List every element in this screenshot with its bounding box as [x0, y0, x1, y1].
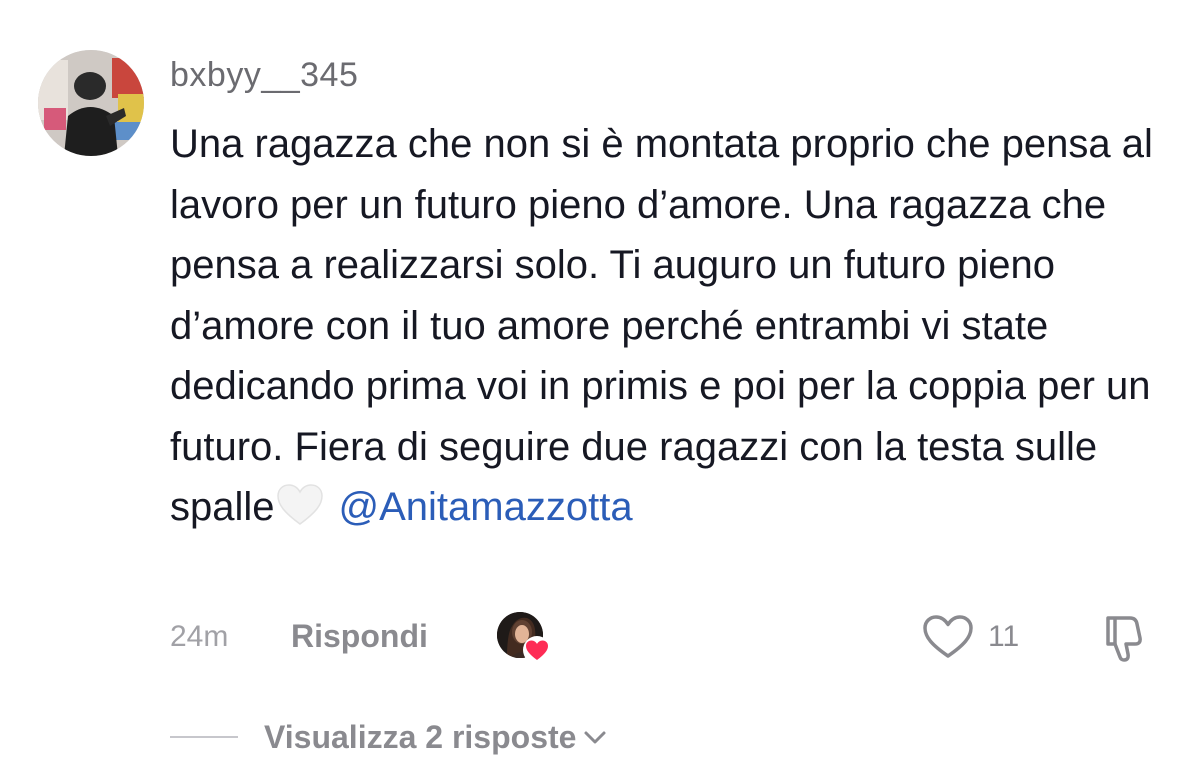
comment-timestamp: 24m [170, 620, 229, 653]
replies-divider [170, 736, 238, 738]
like-count: 11 [988, 620, 1020, 653]
comment-username[interactable]: bxbyy__345 [170, 56, 358, 95]
creator-liked-badge [497, 612, 557, 666]
user-mention-link[interactable]: @Anitamazzotta [339, 485, 633, 529]
view-replies-label: Visualizza 2 risposte [264, 718, 577, 755]
thumbs-down-icon[interactable] [1100, 612, 1152, 664]
heart-outline-icon[interactable] [922, 614, 974, 660]
white-heart-icon [276, 483, 323, 544]
view-replies-button[interactable]: Visualizza 2 risposte [170, 712, 608, 762]
user-avatar[interactable] [38, 50, 144, 156]
creator-heart-icon [523, 636, 551, 664]
comment-text: Una ragazza che non si è montata proprio… [170, 122, 1153, 529]
reply-button[interactable]: Rispondi [291, 618, 428, 655]
comment-item: bxbyy__345 Una ragazza che non si è mont… [0, 0, 1200, 775]
comment-text-block: Una ragazza che non si è montata proprio… [170, 114, 1170, 544]
like-group: 11 [922, 612, 1019, 662]
chevron-down-icon [584, 731, 606, 744]
